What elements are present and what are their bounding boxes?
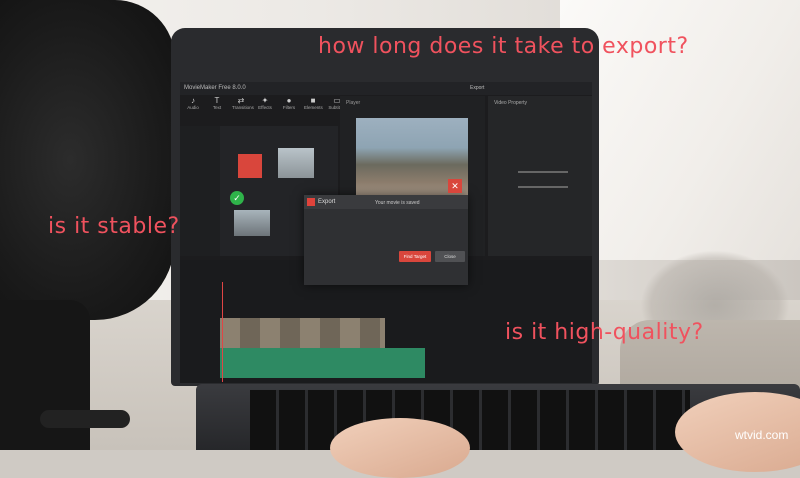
effects-icon: ✦	[261, 96, 269, 105]
property-title: Video Property	[494, 100, 527, 106]
media-nav	[180, 126, 220, 256]
app-title: MovieMaker Free 8.0.0	[184, 85, 246, 91]
left-hand	[330, 418, 470, 478]
dialog-title: Export	[318, 199, 336, 205]
caption-export-time: how long does it take to export?	[318, 34, 689, 59]
toolbar-text[interactable]: T Text	[208, 96, 226, 124]
text-icon: T	[214, 96, 220, 105]
find-target-button[interactable]: Find Target	[399, 251, 431, 262]
toolbar-transitions[interactable]: ⇄ Transitions	[232, 96, 254, 124]
filter-icon: ●	[286, 96, 292, 105]
toolbar-elements[interactable]: ■ Elements	[304, 96, 323, 124]
elements-icon: ■	[310, 96, 316, 105]
app-logo-icon	[307, 198, 315, 206]
transition-icon: ⇄	[237, 96, 245, 105]
app-titlebar: MovieMaker Free 8.0.0	[180, 82, 592, 95]
toolbar: ♪ Audio T Text ⇄ Transitions ✦ Effects ● Filt…	[184, 96, 346, 124]
export-dialog: Export	[304, 195, 468, 285]
chair-bar	[40, 410, 130, 428]
music-icon: ♪	[191, 96, 195, 105]
audio-track-clip[interactable]	[220, 348, 425, 378]
dialog-message: Your movie is saved	[375, 200, 420, 206]
caption-quality: is it high-quality?	[505, 320, 704, 345]
audio-media-thumb[interactable]	[238, 154, 262, 178]
toolbar-effects[interactable]: ✦ Effects	[256, 96, 274, 124]
video-media-thumb-2[interactable]	[234, 210, 270, 236]
keyboard	[250, 390, 690, 450]
close-button[interactable]: Close	[435, 251, 465, 262]
property-panel: Video Property	[488, 96, 592, 256]
property-slider[interactable]	[518, 171, 568, 173]
timeline-playhead[interactable]	[222, 282, 223, 382]
export-button[interactable]: Export	[470, 82, 494, 95]
watermark: wtvid.com	[735, 428, 789, 442]
toolbar-audio[interactable]: ♪ Audio	[184, 96, 202, 124]
video-track-clip[interactable]	[220, 318, 385, 348]
video-media-thumb[interactable]	[278, 148, 314, 178]
toolbar-filters[interactable]: ● Filters	[280, 96, 298, 124]
close-icon[interactable]: ✕	[448, 179, 462, 193]
caption-stable: is it stable?	[48, 214, 180, 239]
office-chair	[0, 0, 175, 320]
preview-label: Player	[346, 100, 361, 106]
property-slider-2[interactable]	[518, 186, 568, 188]
check-icon: ✓	[230, 191, 244, 205]
